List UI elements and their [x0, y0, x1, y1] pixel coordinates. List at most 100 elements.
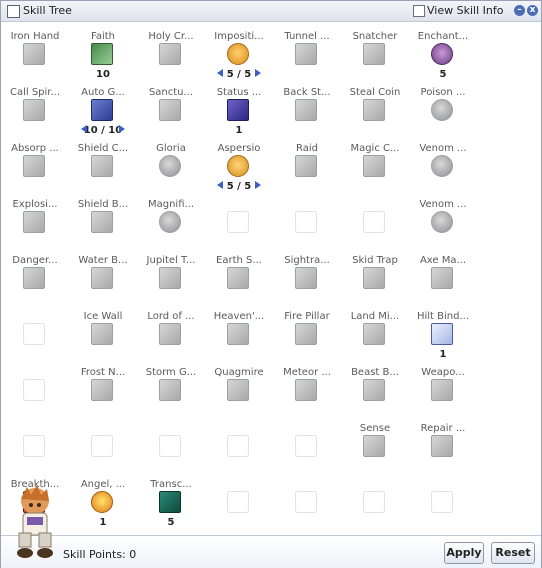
- fire-pillar-icon[interactable]: [295, 323, 317, 345]
- magic-crasher-icon[interactable]: [363, 155, 385, 177]
- skill-cell[interactable]: Back St...: [273, 77, 341, 133]
- view-skill-info-label[interactable]: View Skill Info: [427, 4, 503, 17]
- iron-hand-icon[interactable]: [23, 43, 45, 65]
- axe-mastery-icon[interactable]: [431, 267, 453, 289]
- skill-cell[interactable]: Impositi... 5 / 5: [205, 21, 273, 80]
- skill-cell[interactable]: Water B...: [69, 245, 137, 301]
- increase-level-arrow-icon[interactable]: [255, 69, 261, 77]
- back-stab-icon[interactable]: [295, 99, 317, 121]
- beast-bane-icon[interactable]: [363, 379, 385, 401]
- water-ball-icon[interactable]: [91, 267, 113, 289]
- frost-nova-icon[interactable]: [91, 379, 113, 401]
- skill-cell[interactable]: Sense: [341, 413, 409, 469]
- increase-level-arrow-icon[interactable]: [255, 181, 261, 189]
- quagmire-icon[interactable]: [227, 379, 249, 401]
- weapon-research-icon[interactable]: [431, 379, 453, 401]
- skill-cell[interactable]: Gloria: [137, 133, 205, 189]
- skill-cell[interactable]: Explosi...: [1, 189, 69, 245]
- gloria-icon[interactable]: [159, 155, 181, 177]
- storm-gust-icon[interactable]: [159, 379, 181, 401]
- repair-weapon-icon[interactable]: [431, 435, 453, 457]
- increase-level-arrow-icon[interactable]: [119, 125, 125, 133]
- poison-icon[interactable]: [431, 99, 453, 121]
- enchant-icon[interactable]: [431, 43, 453, 65]
- sightrasher-icon[interactable]: [295, 267, 317, 289]
- sanctuary-icon[interactable]: [159, 99, 181, 121]
- skill-cell[interactable]: Hilt Bind... 1: [409, 301, 477, 360]
- faith-icon[interactable]: [91, 43, 113, 65]
- auto-guard-icon[interactable]: [91, 99, 113, 121]
- minimize-button[interactable]: –: [514, 5, 525, 16]
- skill-cell[interactable]: Snatcher: [341, 21, 409, 77]
- decrease-level-arrow-icon[interactable]: [81, 125, 87, 133]
- magnificat-icon[interactable]: [159, 211, 181, 233]
- skill-cell[interactable]: Holy Cr...: [137, 21, 205, 77]
- skill-cell[interactable]: Shield C...: [69, 133, 137, 189]
- absorb-icon[interactable]: [23, 155, 45, 177]
- decrease-level-arrow-icon[interactable]: [217, 181, 223, 189]
- call-spirits-icon[interactable]: [23, 99, 45, 121]
- apply-button[interactable]: Apply: [444, 542, 484, 564]
- raid-icon[interactable]: [295, 155, 317, 177]
- skill-cell[interactable]: Meteor ...: [273, 357, 341, 413]
- skill-cell[interactable]: Quagmire: [205, 357, 273, 413]
- venom-icon[interactable]: [431, 155, 453, 177]
- aspersio-icon[interactable]: [227, 155, 249, 177]
- lord-of-vermilion-icon[interactable]: [159, 323, 181, 345]
- skill-cell[interactable]: Storm G...: [137, 357, 205, 413]
- reset-button[interactable]: Reset: [491, 542, 535, 564]
- skill-cell[interactable]: Magic C...: [341, 133, 409, 189]
- sense-icon[interactable]: [363, 435, 385, 457]
- skill-cell[interactable]: Jupitel T...: [137, 245, 205, 301]
- skill-cell[interactable]: Transc... 5: [137, 469, 205, 528]
- skill-cell[interactable]: Aspersio 5 / 5: [205, 133, 273, 192]
- skill-cell[interactable]: Tunnel ...: [273, 21, 341, 77]
- steal-coin-icon[interactable]: [363, 99, 385, 121]
- decrease-level-arrow-icon[interactable]: [217, 69, 223, 77]
- impositio-icon[interactable]: [227, 43, 249, 65]
- skill-cell[interactable]: Status ... 1: [205, 77, 273, 136]
- skill-cell[interactable]: Venom ...: [409, 189, 477, 245]
- skill-cell[interactable]: Beast B...: [341, 357, 409, 413]
- jupitel-thunder-icon[interactable]: [159, 267, 181, 289]
- skill-cell[interactable]: Heaven'...: [205, 301, 273, 357]
- skill-cell[interactable]: Ice Wall: [69, 301, 137, 357]
- skid-trap-icon[interactable]: [363, 267, 385, 289]
- skill-cell[interactable]: Venom ...: [409, 133, 477, 189]
- skill-cell[interactable]: Iron Hand: [1, 21, 69, 77]
- skill-cell[interactable]: Sanctu...: [137, 77, 205, 133]
- skill-cell[interactable]: Enchant... 5: [409, 21, 477, 80]
- skill-cell[interactable]: Sightra...: [273, 245, 341, 301]
- skill-cell[interactable]: Danger...: [1, 245, 69, 301]
- skill-cell[interactable]: Angel, ... 1: [69, 469, 137, 528]
- status-recovery-icon[interactable]: [227, 99, 249, 121]
- danger-icon[interactable]: [23, 267, 45, 289]
- heavens-drive-icon[interactable]: [227, 323, 249, 345]
- venom-2-icon[interactable]: [431, 211, 453, 233]
- earth-spike-icon[interactable]: [227, 267, 249, 289]
- skill-cell[interactable]: Fire Pillar: [273, 301, 341, 357]
- skill-cell[interactable]: Lord of ...: [137, 301, 205, 357]
- ice-wall-icon[interactable]: [91, 323, 113, 345]
- skill-cell[interactable]: Raid: [273, 133, 341, 189]
- skill-cell[interactable]: Absorp ...: [1, 133, 69, 189]
- skill-cell[interactable]: Earth S...: [205, 245, 273, 301]
- explosion-icon[interactable]: [23, 211, 45, 233]
- skill-cell[interactable]: Magnifi...: [137, 189, 205, 245]
- angel-icon[interactable]: [91, 491, 113, 513]
- land-mine-icon[interactable]: [363, 323, 385, 345]
- skill-cell[interactable]: Axe Ma...: [409, 245, 477, 301]
- transcendence-icon[interactable]: [159, 491, 181, 513]
- close-button[interactable]: x: [527, 5, 538, 16]
- shield-boomerang-icon[interactable]: [91, 211, 113, 233]
- shield-charge-icon[interactable]: [91, 155, 113, 177]
- skill-cell[interactable]: Frost N...: [69, 357, 137, 413]
- title-bar[interactable]: Skill Tree View Skill Info – x: [1, 1, 541, 22]
- skill-cell[interactable]: Shield B...: [69, 189, 137, 245]
- skill-cell[interactable]: Poison ...: [409, 77, 477, 133]
- skill-cell[interactable]: Auto G... 10 / 10: [69, 77, 137, 136]
- skill-cell[interactable]: Faith 10: [69, 21, 137, 80]
- skill-cell[interactable]: Land Mi...: [341, 301, 409, 357]
- meteor-storm-icon[interactable]: [295, 379, 317, 401]
- holy-cross-icon[interactable]: [159, 43, 181, 65]
